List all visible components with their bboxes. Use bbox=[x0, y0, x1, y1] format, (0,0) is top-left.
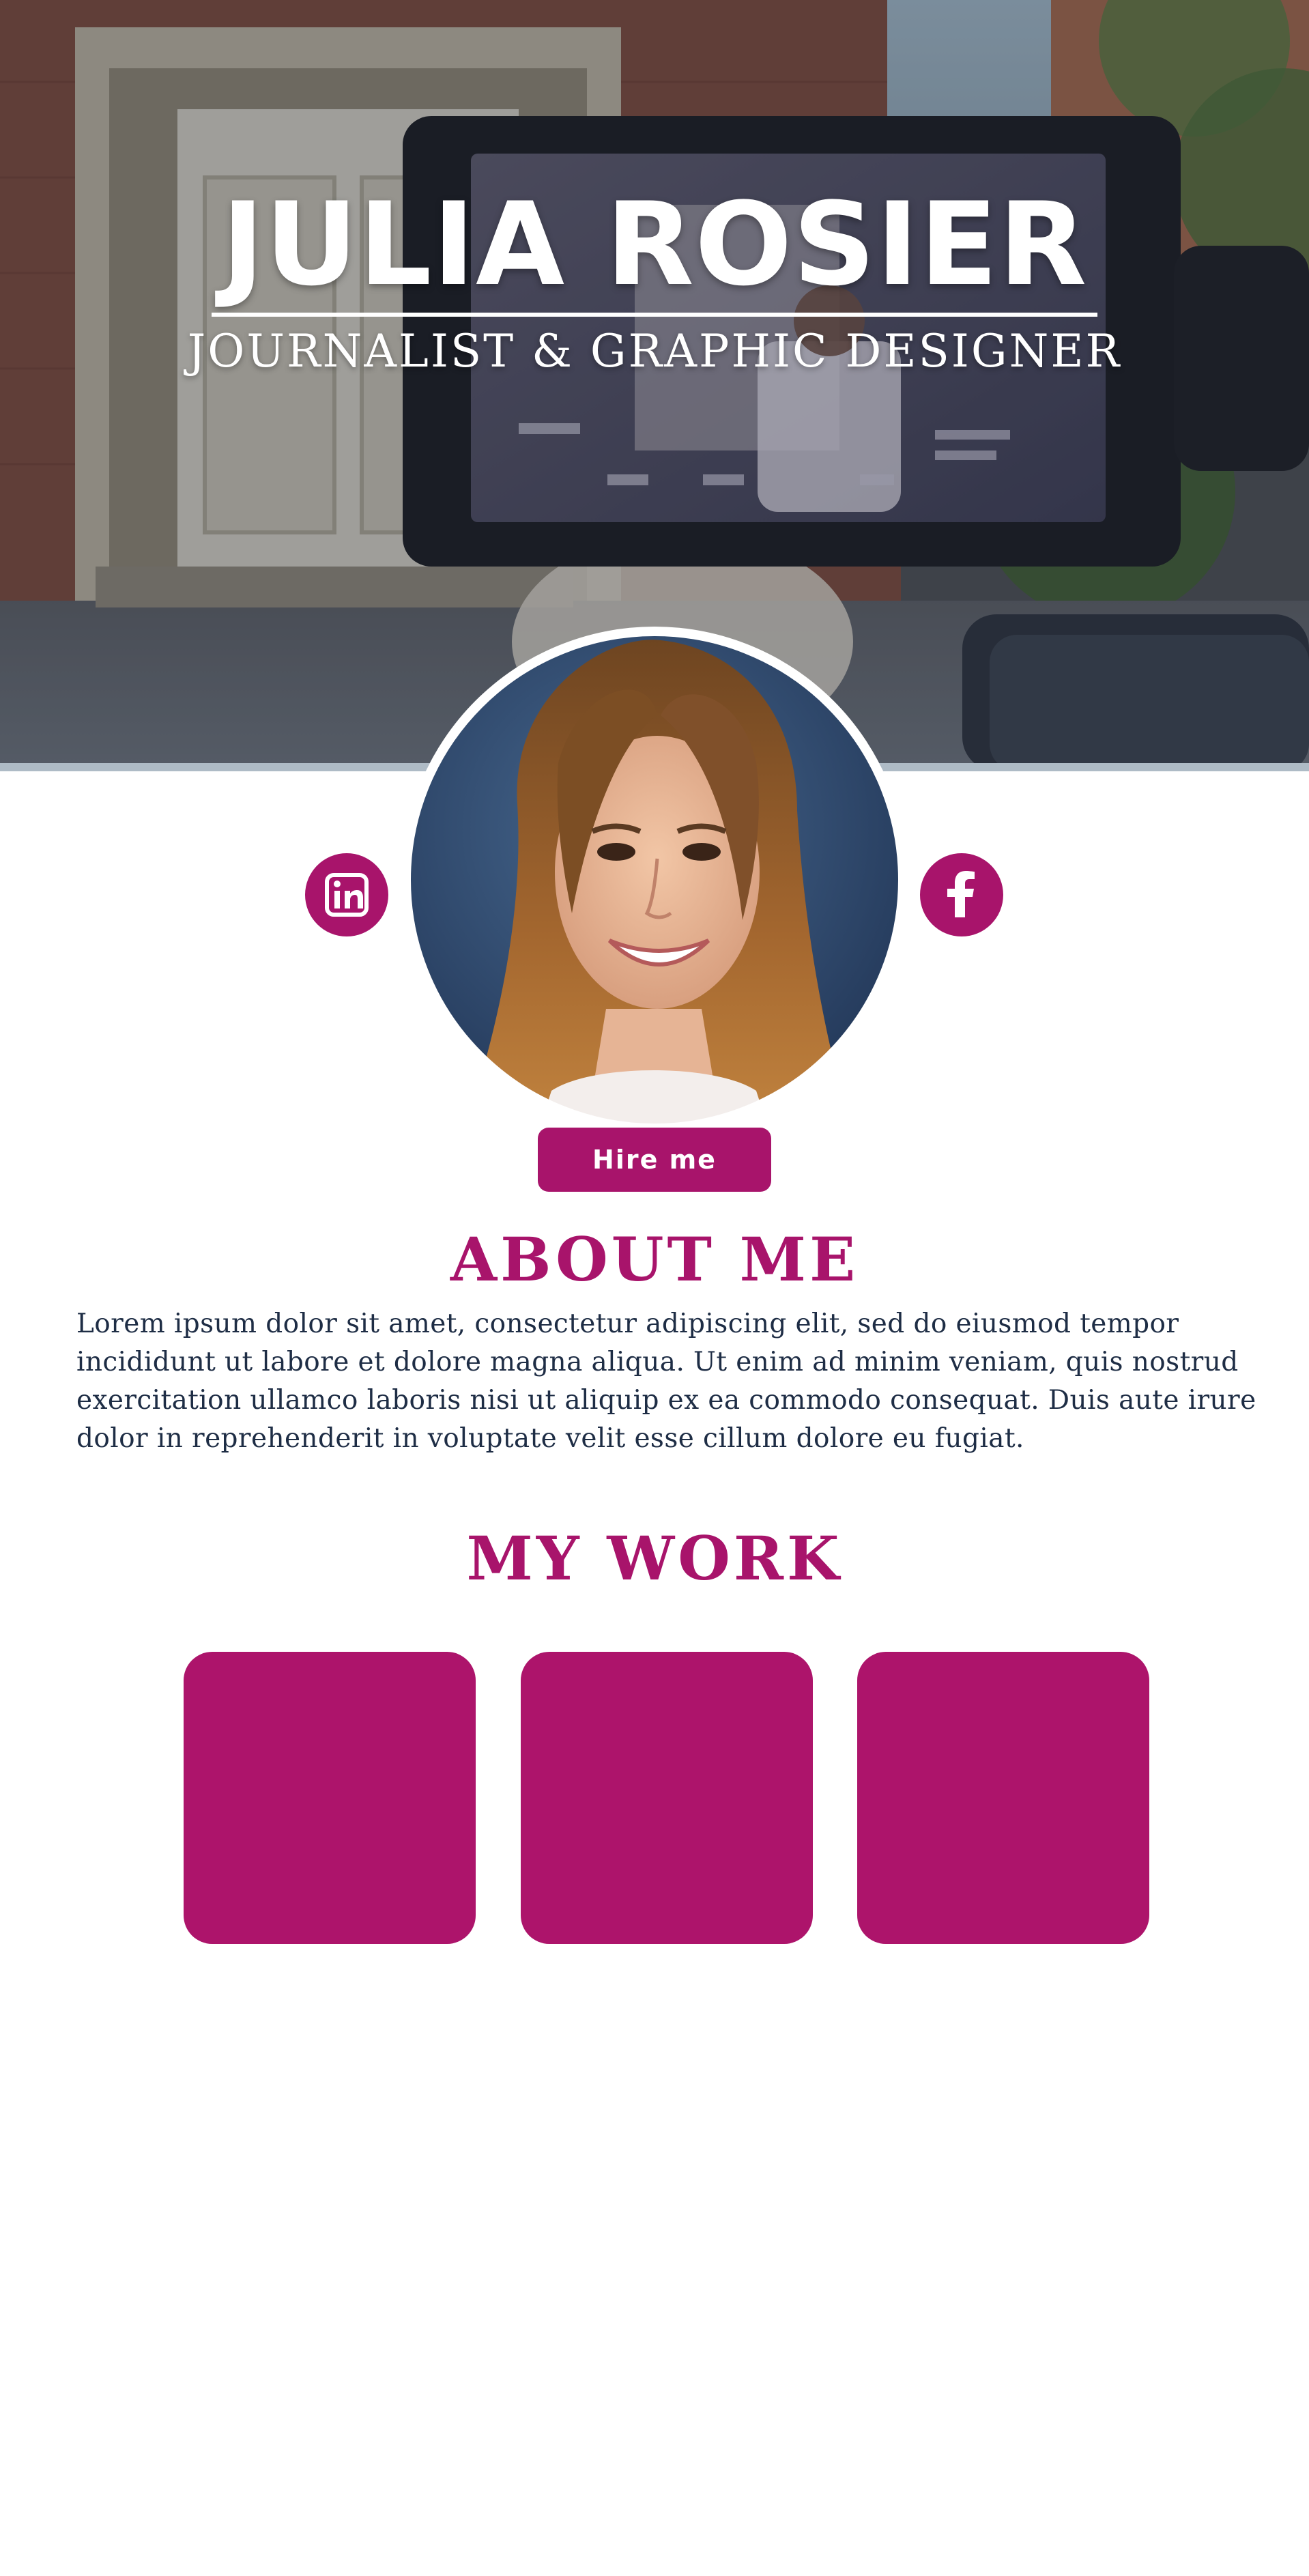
linkedin-icon bbox=[325, 873, 369, 917]
work-card[interactable] bbox=[857, 1652, 1149, 1944]
about-text: Lorem ipsum dolor sit amet, consectetur … bbox=[76, 1308, 1256, 1454]
linkedin-button[interactable] bbox=[305, 853, 388, 936]
work-card[interactable] bbox=[521, 1652, 813, 1944]
facebook-button[interactable] bbox=[920, 853, 1003, 936]
work-heading: MY WORK bbox=[466, 1523, 843, 1594]
portfolio-page: JULIA ROSIER JOURNALIST & GRAPHIC DESIGN… bbox=[0, 0, 1309, 2576]
about-heading: ABOUT ME bbox=[450, 1224, 859, 1295]
hero-name: JULIA ROSIER bbox=[221, 177, 1088, 311]
hero-subtitle: JOURNALIST & GRAPHIC DESIGNER bbox=[187, 325, 1122, 377]
facebook-icon bbox=[947, 871, 975, 917]
work-card[interactable] bbox=[184, 1652, 476, 1944]
hire-me-button[interactable]: Hire me bbox=[538, 1128, 771, 1192]
hero-divider bbox=[212, 313, 1097, 317]
profile-photo bbox=[401, 627, 908, 1133]
portrait-photo bbox=[404, 629, 905, 1130]
